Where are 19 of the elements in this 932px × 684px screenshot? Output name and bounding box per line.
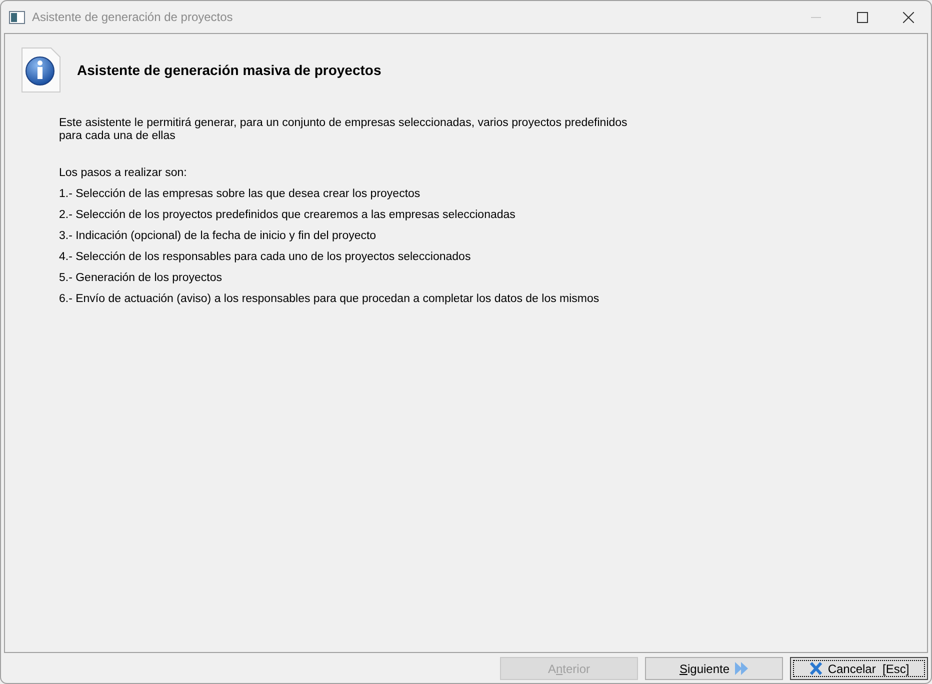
- close-icon: [808, 662, 823, 675]
- close-icon: [902, 12, 914, 22]
- cancel-button[interactable]: Cancelar [Esc]: [790, 657, 928, 680]
- maximize-icon: [856, 12, 868, 22]
- window-title: Asistente de generación de proyectos: [32, 9, 233, 26]
- step-text: 6.- Envío de actuación (aviso) a los responsables para que procedan a completar los datos de los mismos: [59, 293, 600, 306]
- double-arrow-icon: [734, 662, 749, 675]
- step-text: 4.- Selección de los responsables para cada uno de los proyectos seleccionados: [59, 251, 472, 264]
- step-text: 1.- Selección de las empresas sobre las que desea crear los proyectos: [59, 188, 422, 201]
- intro-text: Este asistente le permitirá generar, para un conjunto de empresas seleccionadas, varios proyectos predefinidos para cada una de ellas: [59, 117, 628, 143]
- next-button[interactable]: Siguiente: [645, 657, 783, 680]
- steps-heading: Los pasos a realizar son:: [59, 167, 188, 180]
- minimize-icon: [811, 16, 821, 18]
- step-text: 5.- Generación de los proyectos: [59, 272, 224, 285]
- app-icon: [9, 10, 25, 24]
- step-text: 2.- Selección de los proyectos predefinidos que crearemos a las empresas seleccionadas: [59, 209, 516, 222]
- step-text: 3.- Indicación (opcional) de la fecha de inicio y fin del proyecto: [59, 230, 378, 243]
- wizard-title: Asistente de generación masiva de proyectos: [77, 60, 382, 80]
- info-icon: [21, 47, 61, 93]
